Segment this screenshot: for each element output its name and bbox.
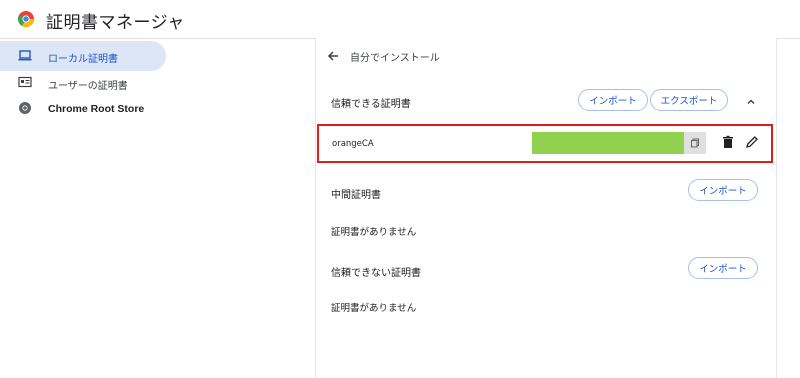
- intermediate-import-button[interactable]: インポート: [688, 179, 758, 201]
- sidebar-item-label: ユーザーの証明書: [48, 81, 128, 92]
- main-panel: 自分でインストール 信頼できる証明書 インポート エクスポート orangeCA…: [315, 38, 777, 378]
- back-arrow-icon[interactable]: [326, 49, 340, 63]
- back-label: 自分でインストール: [350, 52, 440, 64]
- copy-icon: [691, 138, 699, 148]
- untrusted-import-button[interactable]: インポート: [688, 257, 758, 279]
- id-card-icon: [18, 76, 32, 88]
- sidebar: ローカル証明書 ユーザーの証明書 Chrome Root Store: [0, 38, 290, 378]
- untrusted-section-title: 信頼できない証明書: [331, 268, 421, 279]
- copy-button[interactable]: [684, 132, 706, 154]
- back-navigation[interactable]: 自分でインストール: [326, 46, 440, 66]
- trusted-section-title: 信頼できる証明書: [331, 99, 411, 110]
- trusted-export-button[interactable]: エクスポート: [650, 89, 728, 111]
- certificate-name: orangeCA: [332, 139, 374, 149]
- chevron-up-icon[interactable]: [746, 97, 756, 107]
- sidebar-item-label: ローカル証明書: [48, 54, 118, 65]
- app-title: 証明書マネージャ: [46, 13, 185, 33]
- certificate-hash-redacted: [532, 132, 684, 154]
- delete-icon[interactable]: [721, 135, 735, 149]
- intermediate-section-title: 中間証明書: [331, 190, 381, 201]
- certificate-row: orangeCA: [317, 124, 773, 163]
- edit-pencil-icon[interactable]: [745, 135, 759, 149]
- untrusted-empty-text: 証明書がありません: [331, 303, 417, 314]
- sidebar-item-label: Chrome Root Store: [48, 103, 145, 115]
- chrome-icon: [19, 102, 31, 114]
- intermediate-empty-text: 証明書がありません: [331, 227, 417, 238]
- chrome-logo-icon: [18, 11, 34, 27]
- sidebar-item-chrome-root-store[interactable]: Chrome Root Store: [0, 94, 166, 124]
- sidebar-item-local-certificates[interactable]: ローカル証明書: [0, 41, 166, 71]
- app-header: 証明書マネージャ: [0, 0, 800, 39]
- trusted-import-button[interactable]: インポート: [578, 89, 648, 111]
- laptop-icon: [18, 50, 32, 61]
